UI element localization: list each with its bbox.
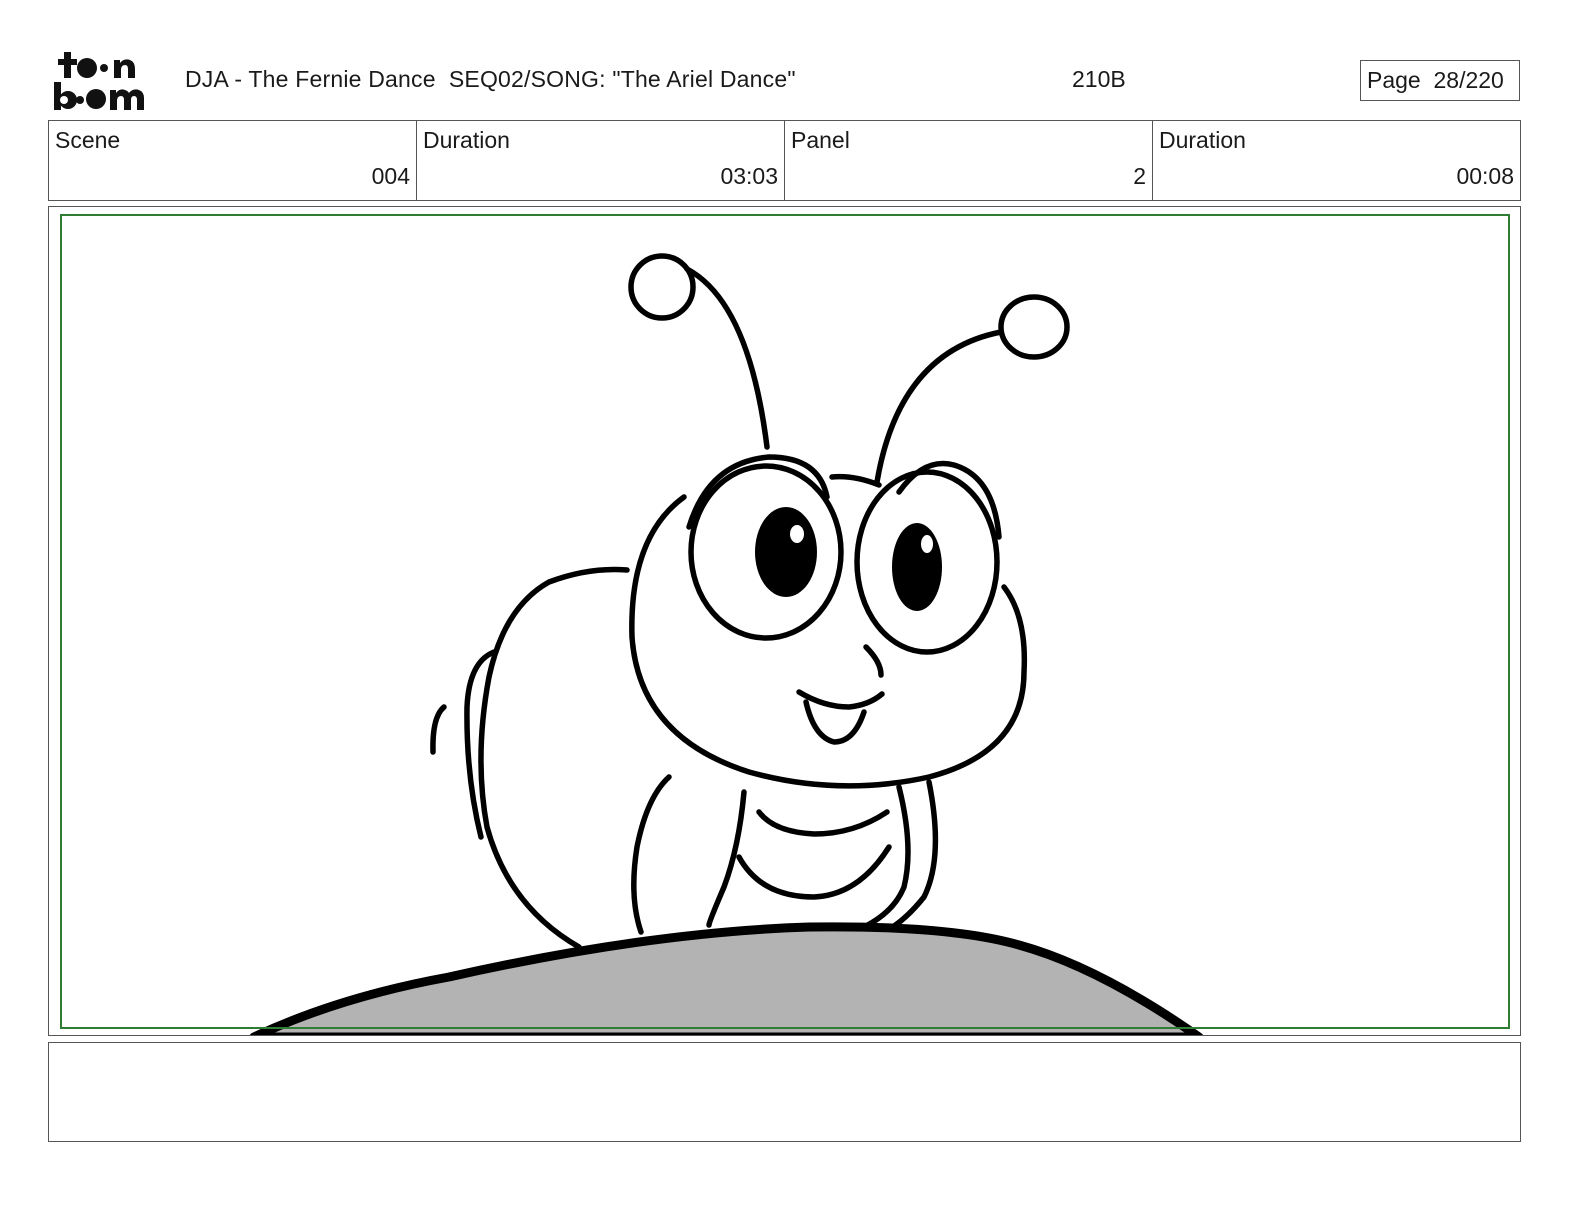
scene-value: 004 [371, 163, 410, 189]
bug-character [430, 253, 1070, 950]
mouth-top [796, 689, 885, 710]
scene-duration-value: 03:03 [720, 163, 778, 189]
head-top [829, 473, 882, 488]
scene-label: Scene [55, 127, 121, 153]
ground-rock [249, 922, 1204, 1035]
document-title: DJA - The Fernie Dance SEQ02/SONG: "The … [185, 66, 796, 92]
front-leg-right [861, 784, 911, 930]
right-antenna [874, 329, 1004, 485]
belly-line-2 [736, 844, 892, 900]
right-pupil-shine [921, 535, 933, 553]
safe-area-frame [60, 214, 1510, 1029]
left-pupil-shine [790, 525, 804, 543]
panel-duration-label: Duration [1159, 127, 1246, 153]
page-indicator: Page 28/220 [1360, 60, 1520, 101]
panel-label: Panel [791, 127, 850, 153]
left-pupil [755, 507, 817, 597]
panel-code: 210B [1072, 66, 1126, 92]
panel-drawing [60, 214, 1510, 1035]
left-antenna [684, 266, 770, 450]
page-label: Page [1367, 67, 1421, 93]
toon-boom-logo [52, 50, 164, 112]
scene-duration-cell: Duration 03:03 [417, 121, 785, 200]
page-number: 28/220 [1433, 67, 1504, 93]
abdomen-tip [430, 704, 447, 755]
scene-duration-label: Duration [423, 127, 510, 153]
storyboard-panel [48, 206, 1521, 1036]
panel-value: 2 [1133, 163, 1146, 189]
panel-cell: Panel 2 [785, 121, 1153, 200]
scene-cell: Scene 004 [49, 121, 417, 200]
left-leg [631, 774, 672, 935]
panel-notes[interactable] [48, 1042, 1521, 1142]
left-antenna-ball [628, 253, 696, 321]
right-pupil [892, 523, 942, 611]
nose [863, 644, 884, 678]
abdomen [478, 566, 630, 950]
panel-duration-cell: Duration 00:08 [1153, 121, 1520, 200]
scene-info-row: Scene 004 Duration 03:03 Panel 2 Duratio… [48, 120, 1521, 201]
panel-duration-value: 00:08 [1456, 163, 1514, 189]
belly-line-1 [756, 809, 890, 837]
right-antenna-ball [998, 294, 1070, 360]
